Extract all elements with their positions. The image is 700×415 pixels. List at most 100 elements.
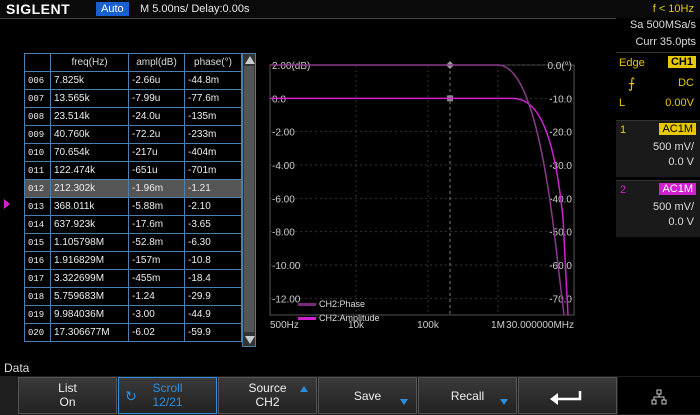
scroll-up-arrow-icon[interactable] xyxy=(245,56,255,64)
table-row[interactable]: 009 40.760k -72.2u -233m xyxy=(24,125,242,144)
phase-cell: -29.9 xyxy=(184,287,242,306)
freq-cell: 40.760k xyxy=(50,125,129,144)
x-axis-label: 100k xyxy=(417,320,440,331)
trigger-level-value: 0.00V xyxy=(665,97,694,109)
row-index: 008 xyxy=(24,107,51,126)
table-row[interactable]: 012 212.302k -1.96m -1.21 xyxy=(24,179,242,198)
bode-plot: 2.00(dB) 0.0(°) 0.0 -10.0 -2.00 -20.0 -4.00 -30… xyxy=(258,53,610,353)
table-scrollbar[interactable] xyxy=(242,53,256,347)
row-index: 019 xyxy=(24,305,51,324)
table-row[interactable]: 006 7.825k -2.66u -44.8m xyxy=(24,71,242,90)
left-axis-label: 2.00(dB) xyxy=(272,61,310,72)
trigger-level-label: L xyxy=(619,97,626,109)
back-softkey[interactable] xyxy=(518,377,617,414)
right-axis-label: 0.0(°) xyxy=(547,61,572,72)
row-index: 014 xyxy=(24,215,51,234)
table-row[interactable]: 010 70.654k -217u -404m xyxy=(24,143,242,162)
legend-swatch xyxy=(298,317,316,321)
recall-softkey[interactable]: Recall xyxy=(418,377,517,414)
save-softkey[interactable]: Save xyxy=(318,377,417,414)
phase-cell: -233m xyxy=(184,125,242,144)
row-index: 006 xyxy=(24,71,51,90)
table-row[interactable]: 013 368.011k -5.88m -2.10 xyxy=(24,197,242,216)
scrollbar-thumb[interactable] xyxy=(244,66,254,332)
trigger-coupling: DC xyxy=(678,77,694,89)
column-header-ampl: ampl(dB) xyxy=(128,53,185,72)
expand-up-arrow-icon xyxy=(300,386,308,392)
channel-1-info[interactable]: 1 AC1M 500 mV/ 0.0 V xyxy=(616,120,700,177)
row-index: 016 xyxy=(24,251,51,270)
freq-cell: 1.916829M xyxy=(50,251,129,270)
x-axis-label: 500Hz xyxy=(270,320,299,331)
ampl-cell: -7.99u xyxy=(128,89,185,108)
x-axis-label: 30.000000MHz xyxy=(506,320,574,331)
row-index: 012 xyxy=(24,179,51,198)
table-row[interactable]: 017 3.322699M -455m -18.4 xyxy=(24,269,242,288)
right-axis-label: -30.0 xyxy=(549,161,572,172)
right-axis-label: -20.0 xyxy=(549,128,572,139)
phase-cell: -6.30 xyxy=(184,233,242,252)
table-row[interactable]: 015 1.105798M -52.8m -6.30 xyxy=(24,233,242,252)
current-points-readout: Curr 35.0pts xyxy=(635,36,696,48)
legend-item: CH2:Amplitude xyxy=(298,313,380,323)
freq-cell: 70.654k xyxy=(50,143,129,162)
right-axis-label: -50.0 xyxy=(549,228,572,239)
table-row[interactable]: 020 17.306677M -6.02 -59.9 xyxy=(24,323,242,342)
ampl-cell: -1.24 xyxy=(128,287,185,306)
table-row[interactable]: 019 9.984036M -3.00 -44.9 xyxy=(24,305,242,324)
channel-number: 2 xyxy=(620,184,627,196)
channel-scale: 500 mV/ xyxy=(653,141,694,153)
softkey-value: On xyxy=(59,395,76,409)
phase-cell: -1.21 xyxy=(184,179,242,198)
phase-cell: -2.10 xyxy=(184,197,242,216)
table-row[interactable]: 008 23.514k -24.0u -135m xyxy=(24,107,242,126)
row-index: 007 xyxy=(24,89,51,108)
trigger-source-badge: CH1 xyxy=(667,56,696,68)
softkey-value: CH2 xyxy=(255,395,280,409)
row-index: 015 xyxy=(24,233,51,252)
phase-cell: -135m xyxy=(184,107,242,126)
row-index: 010 xyxy=(24,143,51,162)
row-index: 009 xyxy=(24,125,51,144)
phase-cell: -701m xyxy=(184,161,242,180)
softkey-label: List xyxy=(58,381,77,395)
network-icon xyxy=(651,389,667,405)
network-status xyxy=(618,377,700,414)
side-panel: Sa 500MSa/s Curr 35.0pts Edge CH1 ⨍ DC L… xyxy=(616,18,700,360)
rising-edge-icon: ⨍ xyxy=(628,75,636,91)
scroll-softkey[interactable]: ↻ Scroll 12/21 xyxy=(118,377,217,414)
channel-coupling-badge: AC1M xyxy=(659,183,696,195)
freq-cell: 17.306677M xyxy=(50,323,129,342)
list-softkey[interactable]: List On xyxy=(18,377,117,414)
column-header-index xyxy=(24,53,51,72)
menu-title: Data xyxy=(4,361,30,375)
left-axis-label: -12.00 xyxy=(272,294,301,305)
phase-cell: -44.9 xyxy=(184,305,242,324)
sample-rate-readout: Sa 500MSa/s xyxy=(629,19,696,31)
phase-cell: -44.8m xyxy=(184,71,242,90)
channel-2-info[interactable]: 2 AC1M 500 mV/ 0.0 V xyxy=(616,180,700,237)
table-row[interactable]: 018 5.759683M -1.24 -29.9 xyxy=(24,287,242,306)
table-row[interactable]: 011 122.474k -651u -701m xyxy=(24,161,242,180)
freq-cell: 368.011k xyxy=(50,197,129,216)
table-row[interactable]: 014 637.923k -17.6m -3.65 xyxy=(24,215,242,234)
ampl-cell: -3.00 xyxy=(128,305,185,324)
right-axis-label: -60.0 xyxy=(549,261,572,272)
ampl-cell: -6.02 xyxy=(128,323,185,342)
phase-cell: -3.65 xyxy=(184,215,242,234)
phase-cell: -59.9 xyxy=(184,323,242,342)
scroll-down-arrow-icon[interactable] xyxy=(245,336,255,344)
legend-item: CH2:Phase xyxy=(298,299,365,309)
phase-cell: -18.4 xyxy=(184,269,242,288)
source-softkey[interactable]: Source CH2 xyxy=(218,377,317,414)
ampl-cell: -217u xyxy=(128,143,185,162)
ampl-cell: -157m xyxy=(128,251,185,270)
acquire-mode-badge[interactable]: Auto xyxy=(96,2,129,16)
table-row[interactable]: 007 13.565k -7.99u -77.6m xyxy=(24,89,242,108)
brand-logo: SIGLENT xyxy=(6,1,71,17)
trigger-position-marker-icon xyxy=(4,199,10,209)
table-row[interactable]: 016 1.916829M -157m -10.8 xyxy=(24,251,242,270)
ampl-cell: -52.8m xyxy=(128,233,185,252)
channel-offset: 0.0 V xyxy=(668,216,694,228)
row-index: 011 xyxy=(24,161,51,180)
